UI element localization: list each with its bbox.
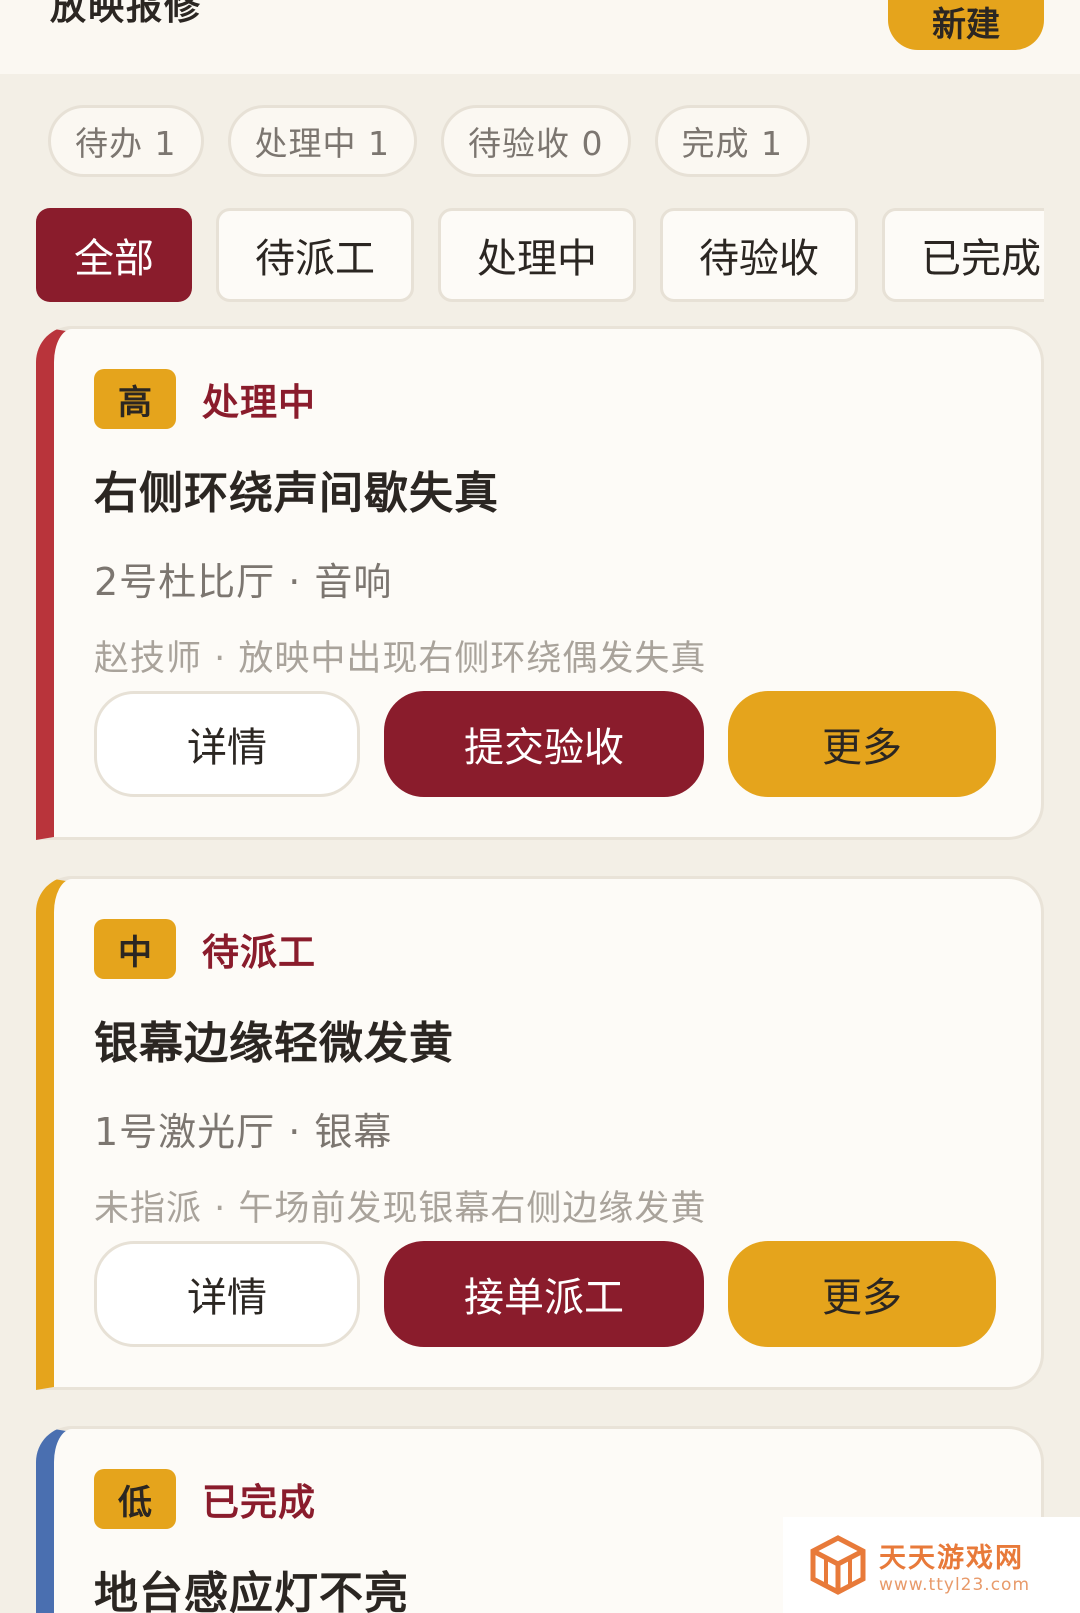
detail-button[interactable]: 详情	[94, 1241, 360, 1347]
card-badge-row: 高 处理中	[94, 369, 1001, 429]
priority-badge: 高	[94, 369, 176, 429]
new-button[interactable]: 新建	[888, 0, 1044, 50]
status-label: 待派工	[202, 931, 316, 974]
stat-chip-pending[interactable]: 待办 1	[48, 105, 204, 177]
tab-completed[interactable]: 已完成	[882, 208, 1044, 302]
watermark-url: www.ttyl23.com	[879, 1574, 1031, 1595]
accept-dispatch-button[interactable]: 接单派工	[384, 1241, 704, 1347]
header-bar: 放映报修 新建	[0, 0, 1080, 74]
repair-list-page: 放映报修 新建 待办 1 处理中 1 待验收 0 完成 1 全部 待派工 处理中…	[0, 0, 1080, 1613]
card-note: 未指派 · 午场前发现银幕右侧边缘发黄	[94, 1189, 707, 1229]
watermark-text: 天天游戏网 www.ttyl23.com	[879, 1536, 1030, 1595]
stat-chip-done[interactable]: 完成 1	[654, 105, 810, 177]
filter-tabs: 全部 待派工 处理中 待验收 已完成	[36, 208, 1044, 302]
more-button[interactable]: 更多	[728, 1241, 996, 1347]
card-note: 赵技师 · 放映中出现右侧环绕偶发失真	[94, 639, 707, 679]
submit-acceptance-button[interactable]: 提交验收	[384, 691, 704, 797]
status-label: 已完成	[202, 1481, 316, 1524]
card-location: 2号杜比厅 · 音响	[94, 560, 393, 604]
card-badge-row: 中 待派工	[94, 919, 1001, 979]
status-label: 处理中	[202, 381, 316, 424]
card-content: 中 待派工 银幕边缘轻微发黄 1号激光厅 · 银幕 未指派 · 午场前发现银幕右…	[94, 919, 1001, 1231]
card-actions: 详情 提交验收 更多	[94, 691, 996, 797]
card-content: 高 处理中 右侧环绕声间歇失真 2号杜比厅 · 音响 赵技师 · 放映中出现右侧…	[94, 369, 1001, 681]
more-button[interactable]: 更多	[728, 691, 996, 797]
card-title: 右侧环绕声间歇失真	[94, 468, 499, 519]
repair-card[interactable]: 高 处理中 右侧环绕声间歇失真 2号杜比厅 · 音响 赵技师 · 放映中出现右侧…	[36, 326, 1044, 840]
stats-row: 待办 1 处理中 1 待验收 0 完成 1	[48, 105, 810, 177]
watermark: 天天游戏网 www.ttyl23.com	[783, 1517, 1080, 1613]
card-location: 1号激光厅 · 银幕	[94, 1110, 393, 1154]
priority-badge: 低	[94, 1469, 176, 1529]
detail-button[interactable]: 详情	[94, 691, 360, 797]
card-actions: 详情 接单派工 更多	[94, 1241, 996, 1347]
card-title: 银幕边缘轻微发黄	[94, 1018, 454, 1069]
page-title: 放映报修	[50, 0, 203, 28]
priority-badge: 中	[94, 919, 176, 979]
repair-card[interactable]: 中 待派工 银幕边缘轻微发黄 1号激光厅 · 银幕 未指派 · 午场前发现银幕右…	[36, 876, 1044, 1390]
tab-awaiting-acceptance[interactable]: 待验收	[660, 208, 858, 302]
tab-processing[interactable]: 处理中	[438, 208, 636, 302]
tab-all[interactable]: 全部	[36, 208, 192, 302]
tab-awaiting-dispatch[interactable]: 待派工	[216, 208, 414, 302]
watermark-name: 天天游戏网	[879, 1542, 1024, 1574]
stat-chip-awaiting-acceptance[interactable]: 待验收 0	[441, 105, 631, 177]
cube-logo-icon	[810, 1535, 866, 1595]
stat-chip-processing[interactable]: 处理中 1	[227, 105, 417, 177]
